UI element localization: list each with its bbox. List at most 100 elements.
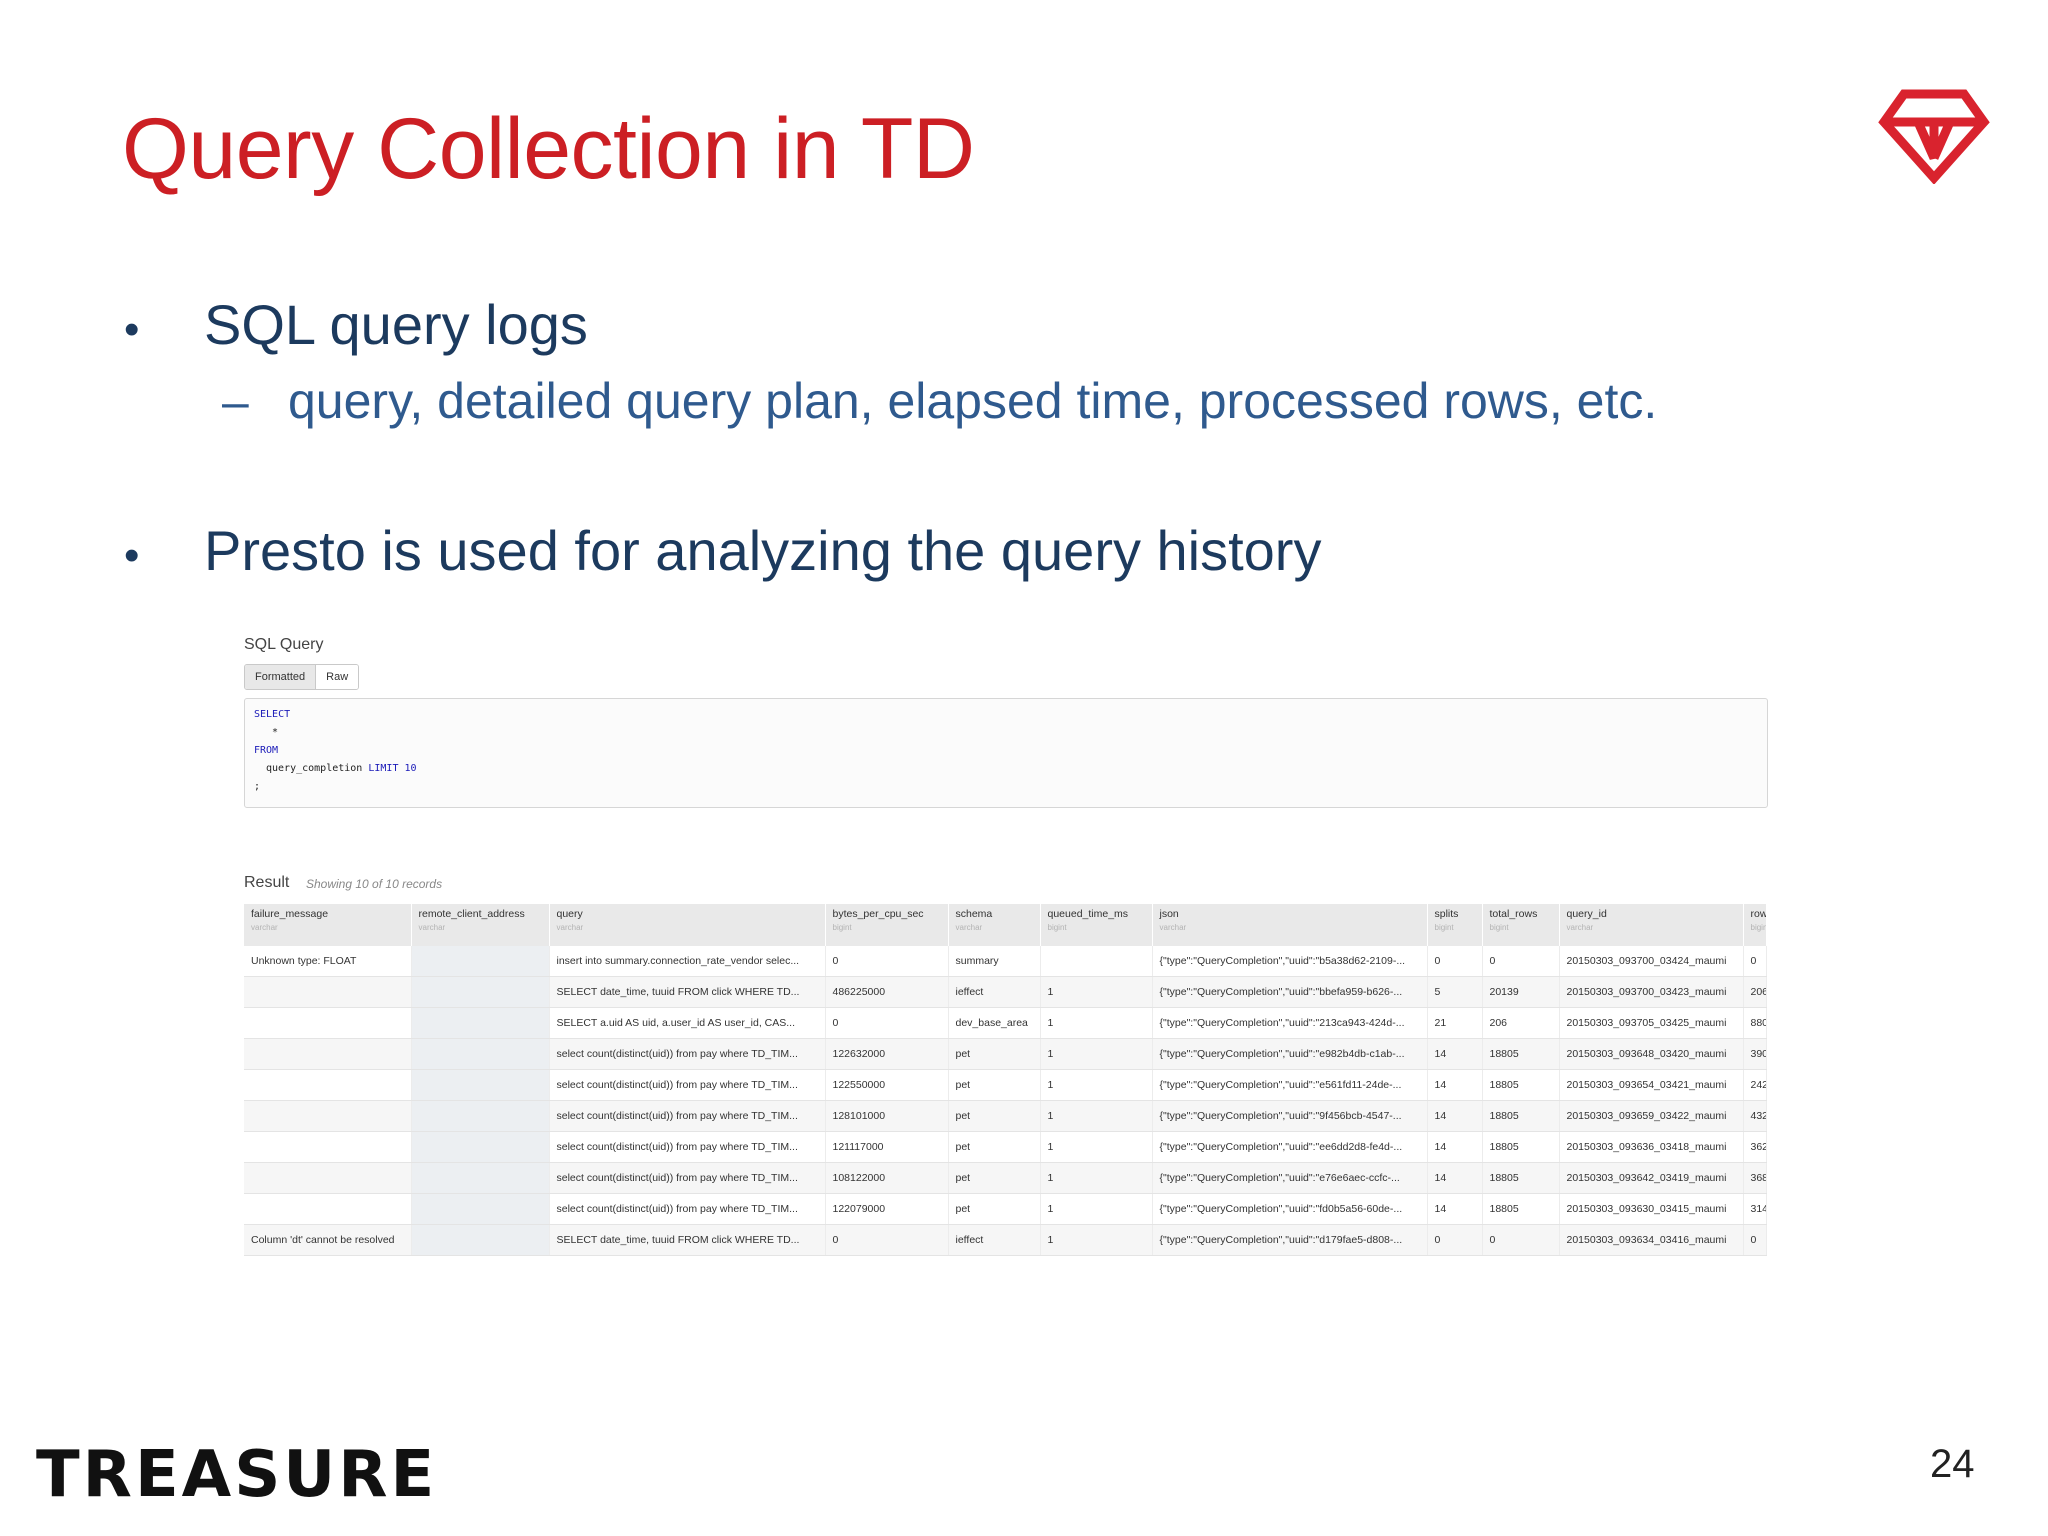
column-header-rows[interactable]: rows bigint bbox=[1743, 904, 1767, 946]
table-cell-queued-time-ms: 1 bbox=[1040, 1007, 1153, 1039]
table-cell-query: select count(distinct(uid)) from pay whe… bbox=[549, 1038, 826, 1070]
table-cell-bytes-per-cpu-sec: 122632000 bbox=[825, 1038, 949, 1070]
column-name: queued_time_ms bbox=[1047, 908, 1129, 920]
column-header-json[interactable]: json varchar bbox=[1152, 904, 1428, 946]
column-name: json bbox=[1159, 908, 1179, 920]
code-star: * bbox=[272, 727, 279, 738]
table-row: Unknown type: FLOAT insert into summary.c… bbox=[244, 946, 1767, 977]
table-cell-splits: 21 bbox=[1427, 1007, 1483, 1039]
table-cell-query: select count(distinct(uid)) from pay whe… bbox=[549, 1162, 826, 1194]
table-cell-schema: dev_base_area bbox=[948, 1007, 1041, 1039]
code-limit-keyword: LIMIT bbox=[368, 763, 399, 774]
table-cell-rows: 2069 bbox=[1743, 976, 1767, 1008]
table-cell-queued-time-ms: 1 bbox=[1040, 1193, 1153, 1225]
bullet-sql-query-logs: • SQL query logs bbox=[124, 292, 588, 357]
column-header-total-rows[interactable]: total_rows bigint bbox=[1482, 904, 1560, 946]
formatted-tab[interactable]: Formatted bbox=[245, 665, 317, 689]
table-cell-bytes-per-cpu-sec: 0 bbox=[825, 1007, 949, 1039]
table-cell-json: {"type":"QueryCompletion","uuid":"9f456b… bbox=[1152, 1100, 1428, 1132]
code-from-keyword: FROM bbox=[254, 745, 279, 756]
table-cell-remote-client-address bbox=[411, 1007, 550, 1039]
result-header-row: failure_message varchar remote_client_addr… bbox=[244, 904, 1767, 946]
column-header-query[interactable]: query varchar bbox=[549, 904, 826, 946]
result-table: failure_message varchar remote_client_addr… bbox=[244, 904, 1767, 1256]
table-cell-rows: 3623 bbox=[1743, 1131, 1767, 1163]
column-header-schema[interactable]: schema varchar bbox=[948, 904, 1041, 946]
table-cell-schema: pet bbox=[948, 1193, 1041, 1225]
column-header-bytes-per-cpu-sec[interactable]: bytes_per_cpu_sec bigint bbox=[825, 904, 949, 946]
sub-bullet-text: query, detailed query plan, elapsed time… bbox=[288, 373, 1658, 429]
table-cell-rows: 3680 bbox=[1743, 1162, 1767, 1194]
table-cell-queued-time-ms bbox=[1040, 946, 1153, 977]
table-cell-remote-client-address bbox=[411, 1131, 550, 1163]
table-cell-failure-message bbox=[244, 976, 412, 1008]
table-cell-bytes-per-cpu-sec: 486225000 bbox=[825, 976, 949, 1008]
table-cell-query-id: 20150303_093700_03423_maumi bbox=[1559, 976, 1744, 1008]
column-name: rows bbox=[1750, 908, 1766, 920]
table-cell-failure-message bbox=[244, 1100, 412, 1132]
column-type: varchar bbox=[1566, 923, 1594, 932]
column-type: bigint bbox=[1750, 923, 1766, 932]
column-header-failure-message[interactable]: failure_message varchar bbox=[244, 904, 412, 946]
raw-tab[interactable]: Raw bbox=[316, 665, 359, 689]
table-row: select count(distinct(uid)) from pay whe… bbox=[244, 1038, 1767, 1070]
table-row: select count(distinct(uid)) from pay whe… bbox=[244, 1100, 1767, 1132]
column-name: query bbox=[556, 908, 583, 920]
table-cell-total-rows: 18805 bbox=[1482, 1038, 1560, 1070]
column-header-splits[interactable]: splits bigint bbox=[1427, 904, 1483, 946]
table-cell-bytes-per-cpu-sec: 122550000 bbox=[825, 1069, 949, 1101]
column-type: varchar bbox=[1159, 923, 1187, 932]
column-header-query-id[interactable]: query_idvarchar bbox=[1559, 904, 1744, 946]
table-row: SELECT a.uid AS uid, a.user_id AS user_i… bbox=[244, 1007, 1767, 1039]
table-cell-json: {"type":"QueryCompletion","uuid":"bbefa9… bbox=[1152, 976, 1428, 1008]
table-cell-queued-time-ms: 1 bbox=[1040, 1162, 1153, 1194]
table-cell-query-id: 20150303_093630_03415_maumi bbox=[1559, 1193, 1744, 1225]
table-cell-query: insert into summary.connection_rate_vend… bbox=[549, 946, 826, 977]
table-cell-json: {"type":"QueryCompletion","uuid":"e76e6a… bbox=[1152, 1162, 1428, 1194]
sql-query-heading: SQL Query bbox=[244, 636, 324, 653]
table-cell-json: {"type":"QueryCompletion","uuid":"e561fd… bbox=[1152, 1069, 1428, 1101]
table-cell-bytes-per-cpu-sec: 0 bbox=[825, 1224, 949, 1256]
treasure-data-logo-icon bbox=[1878, 89, 1990, 184]
column-name: remote_client_address bbox=[418, 908, 525, 920]
column-header-remote-client-address[interactable]: remote_client_address varchar bbox=[411, 904, 550, 946]
table-cell-schema: pet bbox=[948, 1100, 1041, 1132]
table-row: select count(distinct(uid)) from pay whe… bbox=[244, 1193, 1767, 1225]
table-cell-failure-message bbox=[244, 1193, 412, 1225]
bullet-text: SQL query logs bbox=[204, 293, 588, 356]
table-cell-bytes-per-cpu-sec: 122079000 bbox=[825, 1193, 949, 1225]
table-cell-query: SELECT a.uid AS uid, a.user_id AS user_i… bbox=[549, 1007, 826, 1039]
table-cell-splits: 14 bbox=[1427, 1131, 1483, 1163]
table-cell-remote-client-address bbox=[411, 976, 550, 1008]
table-cell-json: {"type":"QueryCompletion","uuid":"ee6dd2… bbox=[1152, 1131, 1428, 1163]
table-cell-rows: 3901 bbox=[1743, 1038, 1767, 1070]
table-cell-failure-message bbox=[244, 1007, 412, 1039]
bullet-presto-analysis: • Presto is used for analyzing the query… bbox=[124, 518, 1321, 583]
table-cell-schema: pet bbox=[948, 1131, 1041, 1163]
column-type: varchar bbox=[251, 923, 278, 932]
table-cell-queued-time-ms: 1 bbox=[1040, 1038, 1153, 1070]
code-line-table: query_completion LIMIT 10 bbox=[266, 763, 417, 774]
table-cell-query-id: 20150303_093700_03424_maumi bbox=[1559, 946, 1744, 977]
table-cell-rows: 4322 bbox=[1743, 1100, 1767, 1132]
table-cell-failure-message: Column 'dt' cannot be resolved bbox=[244, 1224, 412, 1256]
table-cell-failure-message bbox=[244, 1038, 412, 1070]
column-header-queued-time-ms[interactable]: queued_time_ms bigint bbox=[1040, 904, 1153, 946]
table-row: select count(distinct(uid)) from pay whe… bbox=[244, 1162, 1767, 1194]
code-terminator: ; bbox=[254, 781, 261, 792]
table-cell-json: {"type":"QueryCompletion","uuid":"e982b4… bbox=[1152, 1038, 1428, 1070]
column-name: query_id bbox=[1566, 908, 1607, 920]
table-cell-bytes-per-cpu-sec: 128101000 bbox=[825, 1100, 949, 1132]
table-cell-schema: pet bbox=[948, 1162, 1041, 1194]
sub-bullet-symbol: – bbox=[222, 376, 249, 429]
table-cell-total-rows: 20139 bbox=[1482, 976, 1560, 1008]
column-type: varchar bbox=[556, 923, 584, 932]
table-cell-splits: 5 bbox=[1427, 976, 1483, 1008]
table-cell-query: select count(distinct(uid)) from pay whe… bbox=[549, 1069, 826, 1101]
table-cell-query-id: 20150303_093648_03420_maumi bbox=[1559, 1038, 1744, 1070]
table-cell-query-id: 20150303_093705_03425_maumi bbox=[1559, 1007, 1744, 1039]
table-cell-total-rows: 206 bbox=[1482, 1007, 1560, 1039]
table-cell-total-rows: 18805 bbox=[1482, 1069, 1560, 1101]
table-cell-rows: 2426 bbox=[1743, 1069, 1767, 1101]
sql-editor[interactable]: SELECT * FROM query_completion LIMIT 10 … bbox=[244, 698, 1768, 808]
